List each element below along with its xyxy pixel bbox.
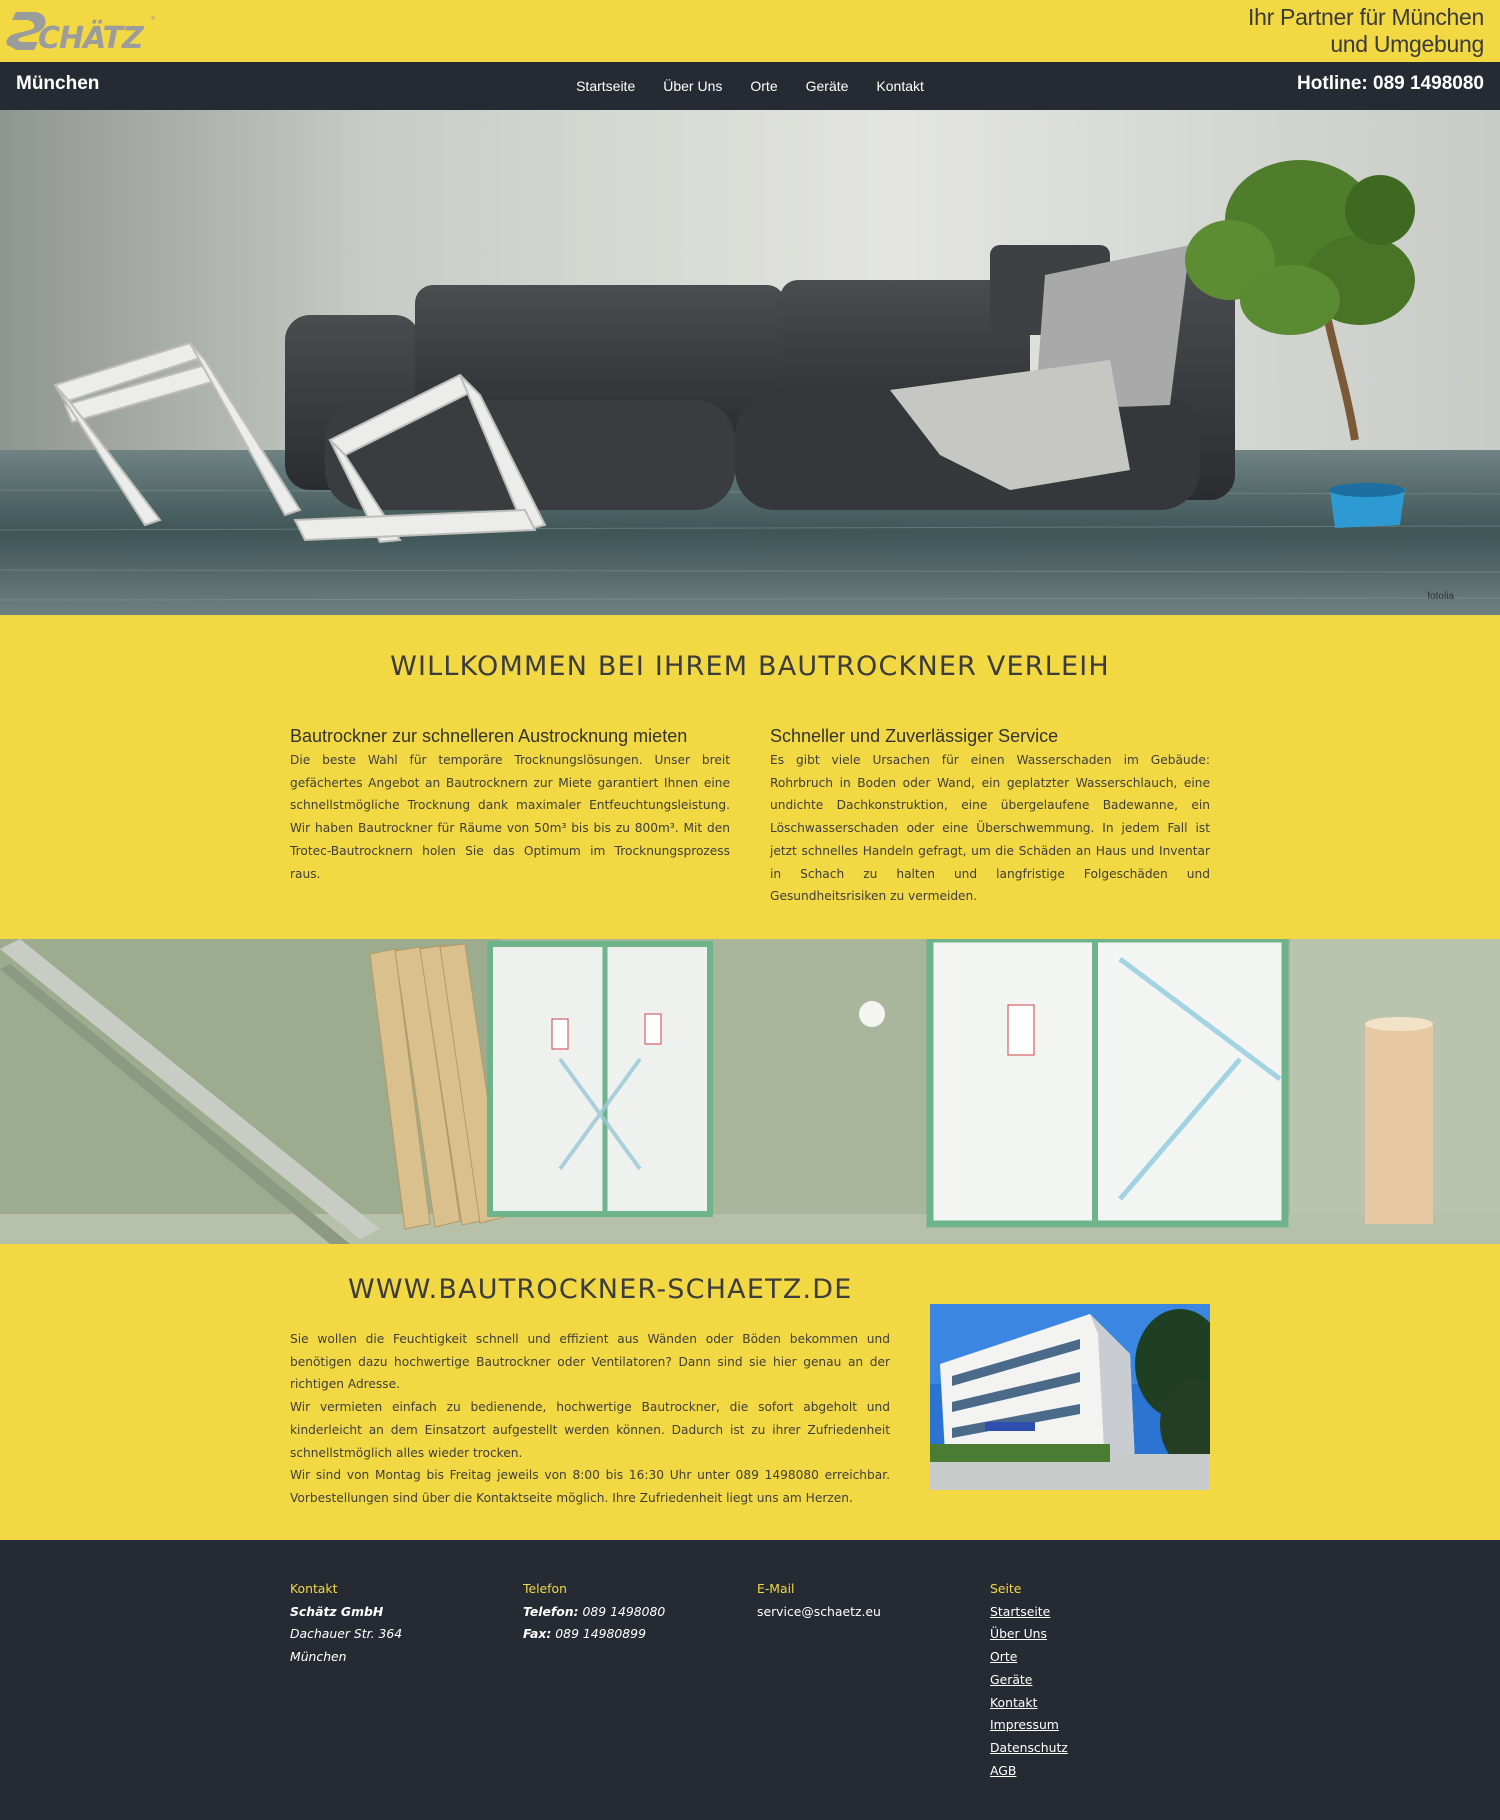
footer-phone-line: Telefon: 089 1498080: [523, 1601, 665, 1624]
welcome-section: WILLKOMMEN BEI IHREM BAUTROCKNER VERLEIH…: [0, 615, 1500, 939]
footer-fax-label: Fax:: [523, 1626, 552, 1642]
nav-link-startseite[interactable]: Startseite: [576, 78, 635, 94]
rental-heading: Bautrockner zur schnelleren Austrocknung…: [290, 726, 688, 746]
welcome-title: WILLKOMMEN BEI IHREM BAUTROCKNER VERLEIH: [390, 651, 1110, 682]
svg-text:®: ®: [150, 15, 156, 22]
nav-link-ueber-uns[interactable]: Über Uns: [663, 78, 722, 94]
footer-fax-line: Fax: 089 14980899: [523, 1623, 665, 1646]
svg-text:CHÄTZ: CHÄTZ: [38, 20, 145, 56]
construction-room-image: [0, 939, 1500, 1244]
footer-phone-column: Telefon Telefon: 089 1498080 Fax: 089 14…: [523, 1578, 665, 1646]
nav-link-kontakt[interactable]: Kontakt: [876, 78, 923, 94]
footer-phone-label: Telefon:: [523, 1603, 579, 1619]
footer: Kontakt Schätz GmbH Dachauer Str. 364 Mü…: [0, 1540, 1500, 1820]
info-section: WWW.BAUTROCKNER-SCHAETZ.DE Sie wollen di…: [0, 1244, 1500, 1540]
footer-sitemap-column: Seite Startseite Über Uns Orte Geräte Ko…: [990, 1578, 1068, 1782]
footer-contact-column: Kontakt Schätz GmbH Dachauer Str. 364 Mü…: [290, 1578, 402, 1669]
nav-menu: Startseite Über Uns Orte Geräte Kontakt: [0, 62, 1500, 110]
footer-company: Schätz GmbH: [290, 1603, 384, 1619]
nav-link-orte[interactable]: Orte: [750, 78, 777, 94]
footer-link-datenschutz[interactable]: Datenschutz: [990, 1737, 1068, 1760]
service-text: Es gibt viele Ursachen für einen Wassers…: [770, 753, 1210, 904]
info-paragraph-3: Wir sind von Montag bis Freitag jeweils …: [290, 1468, 890, 1505]
office-building-photo: [930, 1304, 1210, 1490]
footer-link-impressum[interactable]: Impressum: [990, 1714, 1068, 1737]
footer-contact-heading: Kontakt: [290, 1581, 338, 1596]
tagline: Ihr Partner für München und Umgebung: [1248, 4, 1484, 58]
footer-email-column: E-Mail service@schaetz.eu: [757, 1578, 881, 1623]
service-column: Schneller und Zuverlässiger Service Es g…: [770, 726, 1210, 908]
footer-email-heading: E-Mail: [757, 1581, 795, 1596]
info-paragraph-2: Wir vermieten einfach zu bedienende, hoc…: [290, 1400, 890, 1460]
footer-link-agb[interactable]: AGB: [990, 1760, 1068, 1783]
tagline-line-1: Ihr Partner für München: [1248, 4, 1484, 30]
footer-link-orte[interactable]: Orte: [990, 1646, 1068, 1669]
flooded-living-room-illustration: [0, 110, 1500, 615]
rental-column: Bautrockner zur schnelleren Austrocknung…: [290, 726, 730, 885]
office-building-illustration: [930, 1304, 1210, 1490]
info-text: Sie wollen die Feuchtigkeit schnell und …: [290, 1328, 890, 1510]
footer-link-ueber-uns[interactable]: Über Uns: [990, 1623, 1068, 1646]
service-heading: Schneller und Zuverlässiger Service: [770, 726, 1059, 746]
hero-image: fotolia: [0, 110, 1500, 615]
footer-phone-heading: Telefon: [523, 1581, 567, 1596]
footer-link-kontakt[interactable]: Kontakt: [990, 1692, 1068, 1715]
tagline-line-2: und Umgebung: [1330, 31, 1484, 57]
renovation-room-illustration: [0, 939, 1500, 1244]
main-navigation: München Startseite Über Uns Orte Geräte …: [0, 62, 1500, 110]
footer-email-address[interactable]: service@schaetz.eu: [757, 1601, 881, 1624]
nav-link-geraete[interactable]: Geräte: [806, 78, 849, 94]
rental-text: Die beste Wahl für temporäre Trocknungsl…: [290, 753, 730, 881]
hotline: Hotline: 089 1498080: [1297, 73, 1484, 94]
footer-street: Dachauer Str. 364: [290, 1626, 403, 1642]
footer-city: München: [290, 1649, 347, 1665]
footer-link-startseite[interactable]: Startseite: [990, 1601, 1068, 1624]
footer-phone-number: 089 1498080: [578, 1603, 666, 1619]
image-credit: fotolia: [1427, 591, 1454, 602]
website-title: WWW.BAUTROCKNER-SCHAETZ.DE: [348, 1274, 853, 1305]
footer-fax-number: 089 14980899: [551, 1626, 646, 1642]
top-bar: CHÄTZ ® Ihr Partner für München und Umge…: [0, 0, 1500, 62]
footer-sitemap-heading: Seite: [990, 1581, 1022, 1596]
info-paragraph-1: Sie wollen die Feuchtigkeit schnell und …: [290, 1332, 890, 1392]
schaetz-logo[interactable]: CHÄTZ ®: [4, 6, 156, 56]
footer-link-geraete[interactable]: Geräte: [990, 1669, 1068, 1692]
